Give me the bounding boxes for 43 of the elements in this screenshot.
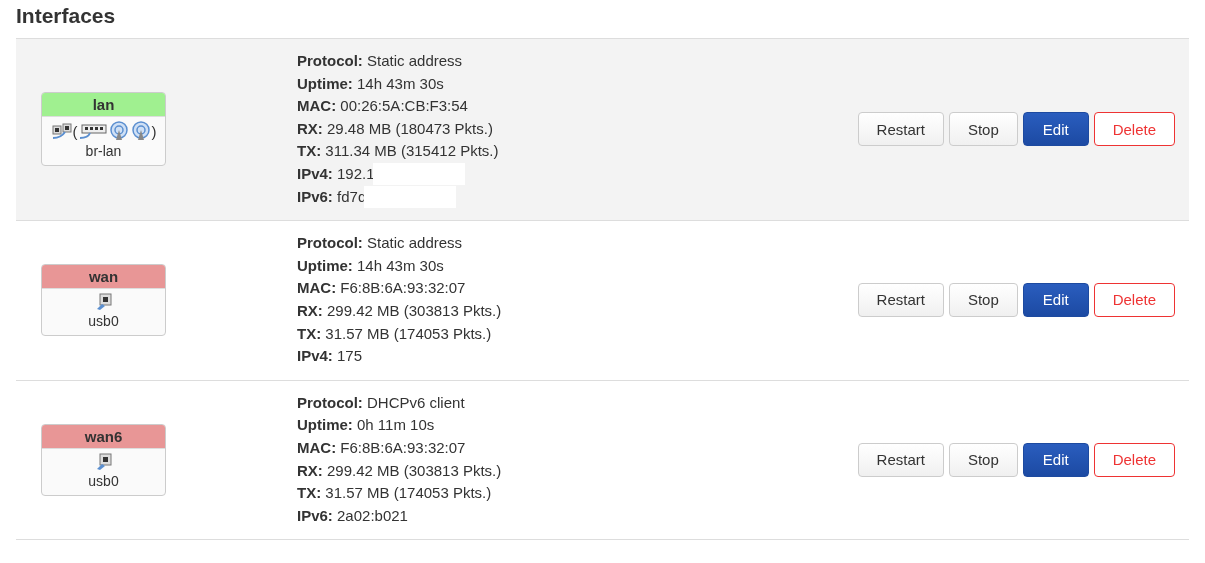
detail-line: Uptime: 14h 43m 30s: [297, 73, 445, 94]
network-ports-icon: [50, 122, 73, 141]
paren: (: [72, 122, 78, 140]
detail-line: TX: 31.57 MB (174053 Pkts.): [297, 483, 493, 504]
detail-line: MAC: F6:8B:6A:93:32:07: [297, 437, 467, 458]
detail-line: MAC: 00:26:5A:CB:F3:54: [297, 96, 469, 117]
switch-icon: [77, 122, 108, 141]
edit-button[interactable]: Edit: [1022, 282, 1089, 317]
paren: ): [151, 122, 157, 140]
page-title: Interfaces: [16, 4, 117, 28]
action-button[interactable]: Stop: [948, 282, 1018, 317]
delete-button[interactable]: Delete: [1093, 112, 1175, 147]
delete-button[interactable]: Delete: [1093, 442, 1175, 477]
detail-line: Uptime: 0h 11m 10s: [297, 415, 436, 436]
action-button[interactable]: Restart: [857, 112, 944, 147]
detail-line: RX: 299.42 MB (303813 Pkts.): [297, 460, 503, 481]
detail-line: TX: 31.57 MB (174053 Pkts.): [297, 323, 493, 344]
action-button[interactable]: Stop: [948, 442, 1018, 477]
interface-name: wan: [42, 264, 165, 289]
delete-button[interactable]: Delete: [1093, 282, 1175, 317]
detail-line: Protocol: Static address: [297, 233, 464, 254]
detail-line: IPv4: 175: [297, 346, 364, 367]
detail-line: TX: 311.34 MB (315412 Pkts.): [297, 141, 500, 162]
action-button[interactable]: Restart: [857, 442, 944, 477]
detail-line: Protocol: DHCPv6 client: [297, 392, 466, 413]
device-name: usb0: [87, 311, 120, 331]
interface-name: lan: [42, 93, 165, 118]
device-name: usb0: [87, 471, 120, 491]
detail-line: Protocol: Static address: [297, 51, 464, 71]
wireless-icon: [129, 121, 152, 142]
device-name: br-lan: [84, 142, 123, 162]
detail-line: Uptime: 14h 43m 30s: [297, 255, 445, 276]
detail-line: RX: 299.42 MB (303813 Pkts.): [297, 300, 503, 321]
edit-button[interactable]: Edit: [1022, 442, 1089, 477]
detail-line: MAC: F6:8B:6A:93:32:07: [297, 278, 467, 299]
edit-button[interactable]: Edit: [1022, 112, 1089, 147]
wireless-icon: [107, 121, 130, 142]
detail-line: IPv6: 2a02:b021: [297, 505, 409, 526]
action-button[interactable]: Stop: [948, 112, 1018, 147]
action-button[interactable]: Restart: [857, 282, 944, 317]
detail-line: IPv4: 192.1: [297, 162, 858, 186]
interface-name: wan6: [42, 424, 165, 449]
detail-line: RX: 29.48 MB (180473 Pkts.): [297, 118, 494, 139]
